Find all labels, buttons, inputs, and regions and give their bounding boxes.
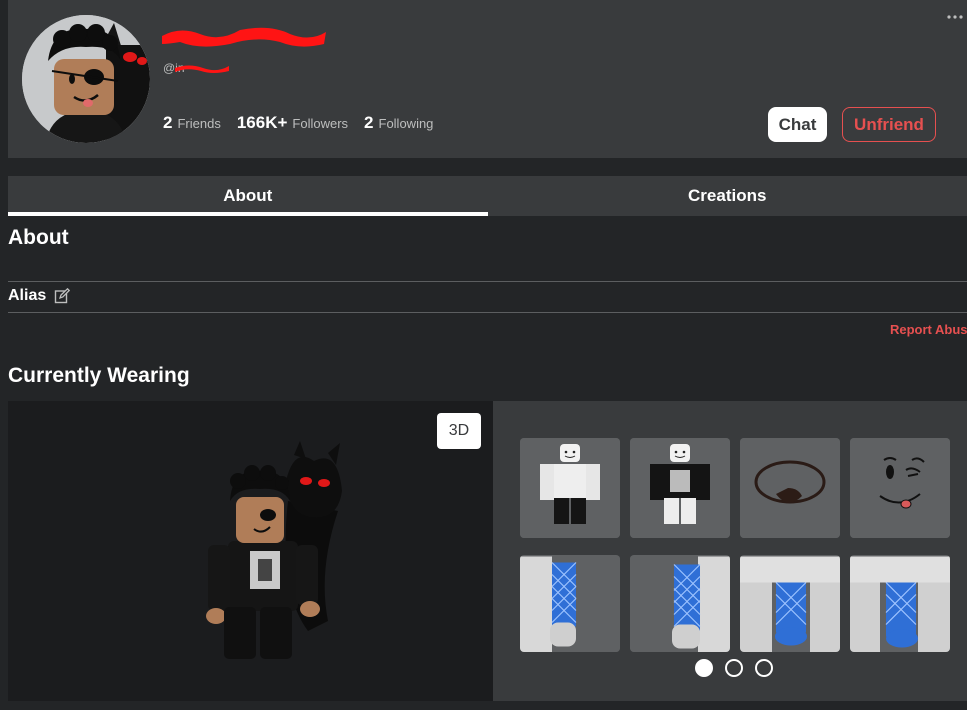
currently-wearing-heading: Currently Wearing bbox=[8, 364, 190, 387]
profile-tabs: About Creations bbox=[8, 176, 967, 216]
wearing-item[interactable] bbox=[520, 555, 620, 652]
divider bbox=[8, 312, 967, 313]
followers-count: 166K+ bbox=[236, 113, 288, 132]
tab-creations[interactable]: Creations bbox=[488, 176, 967, 216]
avatar-figure bbox=[206, 441, 342, 659]
following-stat[interactable]: 2 Following bbox=[364, 113, 433, 133]
profile-stats: 2 Friends 166K+ Followers 2 Following bbox=[163, 113, 449, 133]
chat-button[interactable]: Chat bbox=[768, 107, 827, 142]
carousel-pager bbox=[695, 659, 785, 677]
ellipsis-icon[interactable] bbox=[946, 12, 966, 22]
wearing-item[interactable] bbox=[740, 438, 840, 538]
wearing-item[interactable] bbox=[630, 438, 730, 538]
followers-label: Followers bbox=[292, 116, 349, 131]
wearing-item[interactable] bbox=[850, 555, 950, 652]
edit-icon[interactable] bbox=[54, 287, 71, 304]
toggle-3d-button[interactable]: 3D bbox=[437, 413, 481, 449]
pager-dot[interactable] bbox=[725, 659, 743, 677]
avatar-viewer[interactable] bbox=[8, 401, 493, 701]
alias-row: Alias bbox=[8, 286, 71, 306]
divider bbox=[8, 281, 967, 282]
following-label: Following bbox=[378, 116, 434, 131]
redaction-mark bbox=[175, 65, 229, 73]
unfriend-button[interactable]: Unfriend bbox=[842, 107, 936, 142]
wearing-item[interactable] bbox=[740, 555, 840, 652]
followers-stat[interactable]: 166K+ Followers bbox=[237, 113, 348, 133]
wearing-item[interactable] bbox=[850, 438, 950, 538]
wearing-item[interactable] bbox=[520, 438, 620, 538]
report-abuse-link[interactable]: Report Abuse bbox=[890, 322, 967, 337]
avatar[interactable] bbox=[22, 15, 150, 143]
tab-about[interactable]: About bbox=[8, 176, 488, 216]
about-heading: About bbox=[8, 226, 69, 249]
friends-stat[interactable]: 2 Friends bbox=[163, 113, 221, 133]
friends-label: Friends bbox=[177, 116, 221, 131]
pager-dot[interactable] bbox=[755, 659, 773, 677]
wearing-item[interactable] bbox=[630, 555, 730, 652]
following-count: 2 bbox=[364, 113, 374, 132]
pager-dot[interactable] bbox=[695, 659, 713, 677]
friends-count: 2 bbox=[163, 113, 173, 132]
alias-label: Alias bbox=[8, 287, 47, 304]
